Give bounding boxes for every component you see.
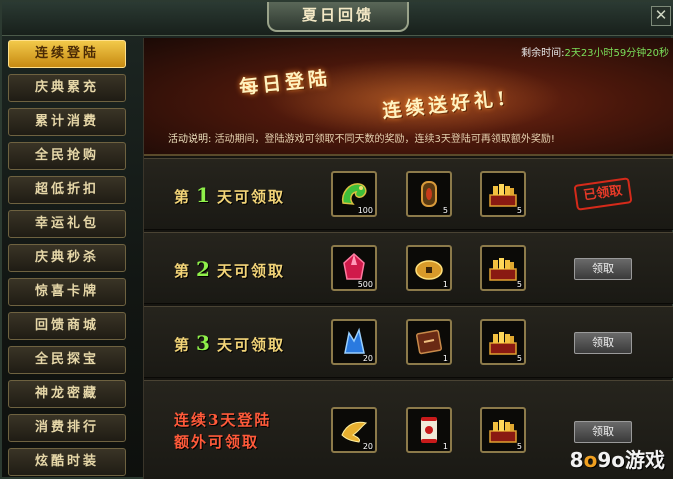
item-count: 20 [362,354,373,363]
day-suffix: 天可领取 [216,188,285,206]
reward-slot[interactable]: 5 [480,407,526,453]
claim-button-bonus[interactable]: 领取 [574,421,632,443]
item-count: 500 [357,280,373,289]
window-title: 夏日回馈 [267,2,409,32]
reward-slot[interactable]: 1 [406,407,452,453]
gold-treasure-chest-icon [489,258,517,281]
reward-slot[interactable]: 5 [406,171,452,217]
item-count: 5 [516,442,522,451]
item-count: 5 [516,354,522,363]
brown-scroll-book-icon [415,329,443,355]
reward-slot[interactable]: 5 [480,319,526,365]
item-count: 100 [357,206,373,215]
bonus-label-line2: 额外可领取 [174,433,260,451]
bonus-label: 连续3天登陆 额外可领取 [174,409,271,453]
watermark-prefix: 8 [569,448,584,472]
event-description: 活动说明: 活动期间，登陆游戏可领取不同天数的奖励，连续3天登陆可再领取额外奖励… [168,130,555,145]
title-bar: 夏日回馈 ✕ [2,2,673,36]
gold-coin-icon [415,260,443,280]
reward-slot[interactable]: 100 [331,171,377,217]
description-text: 活动期间，登陆游戏可领取不同天数的奖励，连续3天登陆可再领取额外奖励! [214,134,555,145]
timer-value: 2天23小时59分钟20秒 [564,48,669,59]
sidebar-item-qingdian-miaosha[interactable]: 庆典秒杀 [8,244,126,272]
red-scroll-icon [421,417,437,443]
reward-row-day-3: 第 3 天可领取 20 1 5 领取 [144,306,673,378]
day-suffix: 天可领取 [216,336,285,354]
day-label: 第 3 天可领取 [174,331,285,355]
sidebar-item-qingdian-leichong[interactable]: 庆典累充 [8,74,126,102]
sidebar-item-quanmin-tanbao[interactable]: 全民探宝 [8,346,126,374]
claim-button-day-3[interactable]: 领取 [574,332,632,354]
item-count: 1 [442,442,448,451]
event-banner: 每日登陆 连续送好礼! 剩余时间:2天23小时59分钟20秒 活动说明: 活动期… [144,38,673,156]
main-content: 每日登陆 连续送好礼! 剩余时间:2天23小时59分钟20秒 活动说明: 活动期… [143,38,673,479]
sidebar-item-shenlong-micang[interactable]: 神龙密藏 [8,380,126,408]
sidebar-item-xingyun-libao[interactable]: 幸运礼包 [8,210,126,238]
claimed-stamp: 已领取 [573,177,633,211]
sidebar-item-jingxi-kapai[interactable]: 惊喜卡牌 [8,278,126,306]
description-label: 活动说明: [168,134,212,145]
reward-slot[interactable]: 20 [331,407,377,453]
sidebar-item-huikui-shangcheng[interactable]: 回馈商城 [8,312,126,340]
reward-slot[interactable]: 5 [480,171,526,217]
game-window: 夏日回馈 ✕ 连续登陆 庆典累充 累计消费 全民抢购 超低折扣 幸运礼包 庆典秒… [0,0,673,479]
sidebar: 连续登陆 庆典累充 累计消费 全民抢购 超低折扣 幸运礼包 庆典秒杀 惊喜卡牌 … [4,38,132,479]
reward-slot[interactable]: 500 [331,245,377,291]
timer-label: 剩余时间: [521,48,565,59]
bonus-label-line1: 连续3天登陆 [174,411,272,429]
reward-slot[interactable]: 20 [331,319,377,365]
close-button[interactable]: ✕ [651,6,671,26]
item-count: 1 [442,280,448,289]
gold-treasure-chest-icon [489,420,517,443]
sidebar-item-leiji-xiaofei[interactable]: 累计消费 [8,108,126,136]
reward-row-day-1: 第 1 天可领取 100 5 5 已领取 [144,158,673,230]
item-count: 5 [516,206,522,215]
site-watermark: 8o9o游戏 [570,444,665,473]
reward-slot[interactable]: 1 [406,319,452,365]
reward-row-day-2: 第 2 天可领取 500 1 5 领取 [144,232,673,304]
watermark-accent: o [583,448,598,472]
day-prefix: 第 [174,262,192,280]
gold-treasure-chest-icon [489,184,517,207]
item-count: 1 [442,354,448,363]
day-number: 3 [196,331,212,355]
watermark-suffix: 9o游戏 [597,448,665,472]
day-label: 第 2 天可领取 [174,257,285,281]
claim-button-day-2[interactable]: 领取 [574,258,632,280]
item-count: 5 [442,206,448,215]
item-count: 20 [362,442,373,451]
gold-treasure-chest-icon [489,332,517,355]
day-prefix: 第 [174,188,192,206]
sidebar-item-xuanku-shizhuang[interactable]: 炫酷时装 [8,448,126,476]
sidebar-item-xiaofei-paihang[interactable]: 消费排行 [8,414,126,442]
day-number: 1 [196,183,212,207]
reward-slot[interactable]: 5 [480,245,526,291]
day-suffix: 天可领取 [216,262,285,280]
day-prefix: 第 [174,336,192,354]
item-count: 5 [516,280,522,289]
sidebar-item-chaodi-zhekou[interactable]: 超低折扣 [8,176,126,204]
day-label: 第 1 天可领取 [174,183,285,207]
bronze-amulet-icon [421,181,437,207]
remaining-time: 剩余时间:2天23小时59分钟20秒 [521,44,669,59]
sidebar-item-quanmin-qianggou[interactable]: 全民抢购 [8,142,126,170]
day-number: 2 [196,257,212,281]
reward-slot[interactable]: 1 [406,245,452,291]
sidebar-item-lianxu-denglu[interactable]: 连续登陆 [8,40,126,68]
